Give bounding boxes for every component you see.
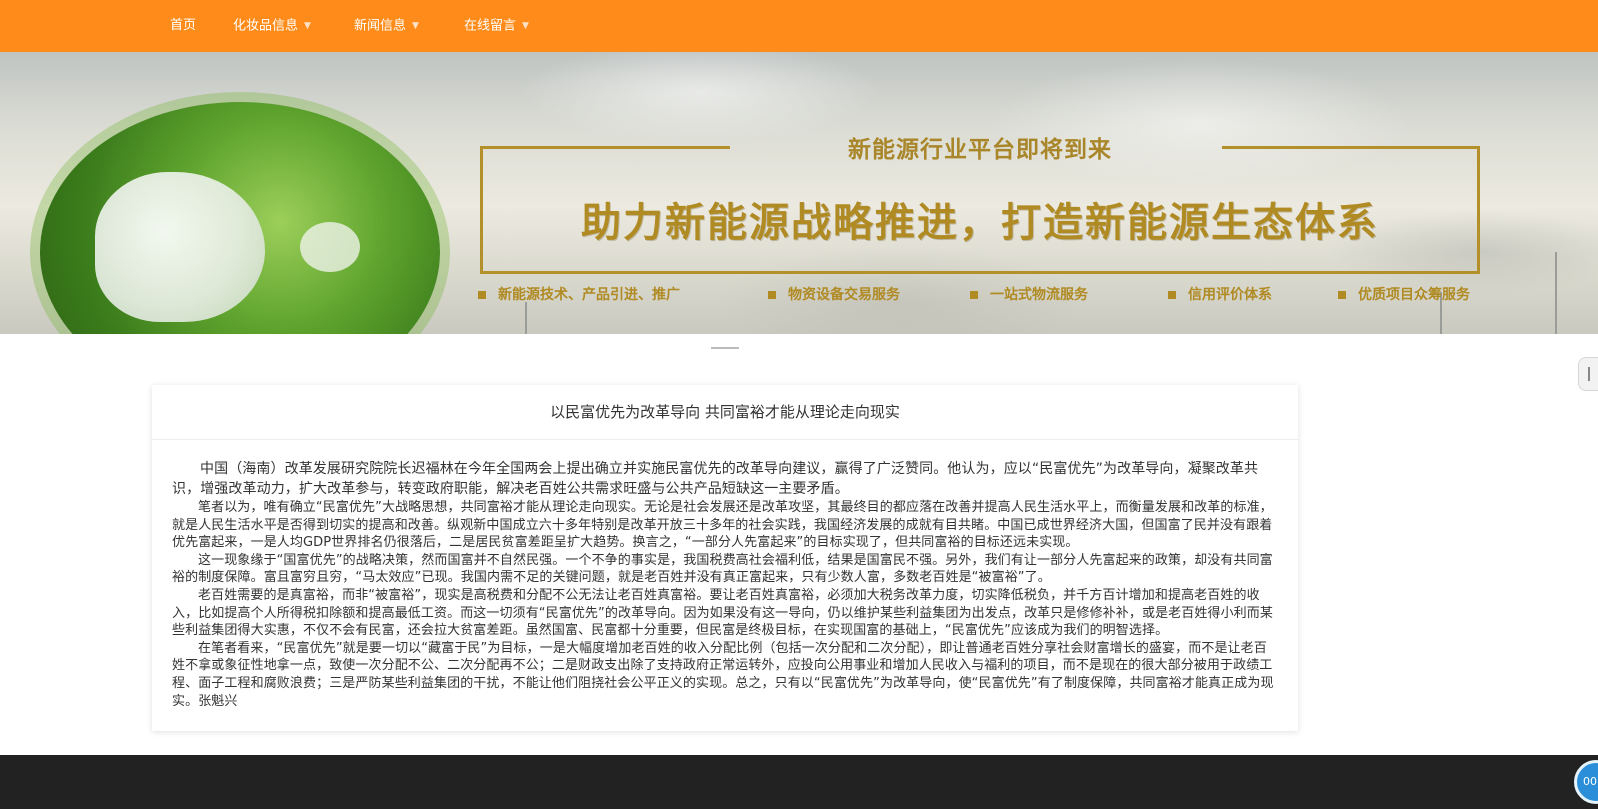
nav-item-label: 化妆品信息 bbox=[233, 18, 299, 34]
article-paragraph: 这一现象缘于“国富优先”的战略决策，然而国富并不自然民强。一个不争的事实是，我国… bbox=[172, 552, 1273, 586]
service-item: 优质项目众筹服务 bbox=[1338, 284, 1470, 304]
nav-item-news[interactable]: 新闻信息 ▼ bbox=[354, 0, 419, 52]
page-footer bbox=[0, 755, 1598, 809]
article-paragraph: 笔者以为，唯有确立“民富优先”大战略思想，共同富裕才能从理论走向现实。无论是社会… bbox=[172, 500, 1273, 551]
article-paragraph: 在笔者看来，“民富优先”就是要一切以“藏富于民”为目标，一是大幅度增加老百姓的收… bbox=[172, 640, 1274, 709]
chevron-down-icon: ▼ bbox=[304, 21, 311, 31]
square-bullet-icon bbox=[478, 291, 486, 299]
banner-frame-line bbox=[1222, 146, 1480, 149]
wind-turbine-icon bbox=[525, 302, 527, 334]
nav-item-label: 首页 bbox=[170, 18, 197, 33]
nav-item-label: 新闻信息 bbox=[354, 18, 407, 34]
service-item: 新能源技术、产品引进、推广 bbox=[478, 284, 680, 304]
square-bullet-icon bbox=[970, 291, 978, 299]
hero-banner[interactable]: 新能源行业平台即将到来 助力新能源战略推进，打造新能源生态体系 新能源技术、产品… bbox=[0, 52, 1598, 334]
article-paragraph: 老百姓需要的是真富裕，而非“被富裕”，现实是高税费和分配不公无法让老百姓真富裕。… bbox=[172, 587, 1273, 639]
wind-turbine-icon bbox=[1555, 252, 1557, 334]
article-card: 以民富优先为改革导向 共同富裕才能从理论走向现实 中国（海南）改革发展研究院院长… bbox=[152, 385, 1298, 731]
banner-subtitle: 新能源行业平台即将到来 bbox=[848, 136, 1112, 163]
nav-item-home[interactable]: 首页 bbox=[170, 0, 196, 52]
chevron-down-icon: ▼ bbox=[522, 21, 529, 31]
carousel-indicator[interactable] bbox=[711, 347, 739, 349]
grip-icon bbox=[1588, 367, 1590, 381]
article-paragraph: 中国（海南）改革发展研究院院长迟福林在今年全国两会上提出确立并实施民富优先的改革… bbox=[172, 461, 1259, 497]
top-nav: 首页 化妆品信息 ▼ 新闻信息 ▼ 在线留言 ▼ bbox=[0, 0, 1598, 52]
article-body: 中国（海南）改革发展研究院院长迟福林在今年全国两会上提出确立并实施民富优先的改革… bbox=[172, 459, 1278, 710]
nav-item-label: 在线留言 bbox=[464, 18, 517, 34]
nav-item-cosmetics[interactable]: 化妆品信息 ▼ bbox=[233, 0, 311, 52]
banner-frame-line bbox=[480, 146, 730, 149]
chevron-down-icon: ▼ bbox=[412, 21, 419, 31]
banner-title: 助力新能源战略推进，打造新能源生态体系 bbox=[581, 199, 1379, 246]
service-item: 信用评价体系 bbox=[1168, 284, 1272, 304]
globe-landmass bbox=[300, 222, 360, 272]
article-title: 以民富优先为改革导向 共同富裕才能从理论走向现实 bbox=[152, 385, 1298, 440]
service-item: 物资设备交易服务 bbox=[768, 284, 900, 304]
square-bullet-icon bbox=[768, 291, 776, 299]
square-bullet-icon bbox=[1338, 291, 1346, 299]
square-bullet-icon bbox=[1168, 291, 1176, 299]
service-item: 一站式物流服务 bbox=[970, 284, 1088, 304]
banner-services: 新能源技术、产品引进、推广 物资设备交易服务 一站式物流服务 信用评价体系 优质… bbox=[478, 284, 1508, 304]
nav-item-message[interactable]: 在线留言 ▼ bbox=[464, 0, 529, 52]
side-panel-handle[interactable] bbox=[1578, 357, 1598, 391]
